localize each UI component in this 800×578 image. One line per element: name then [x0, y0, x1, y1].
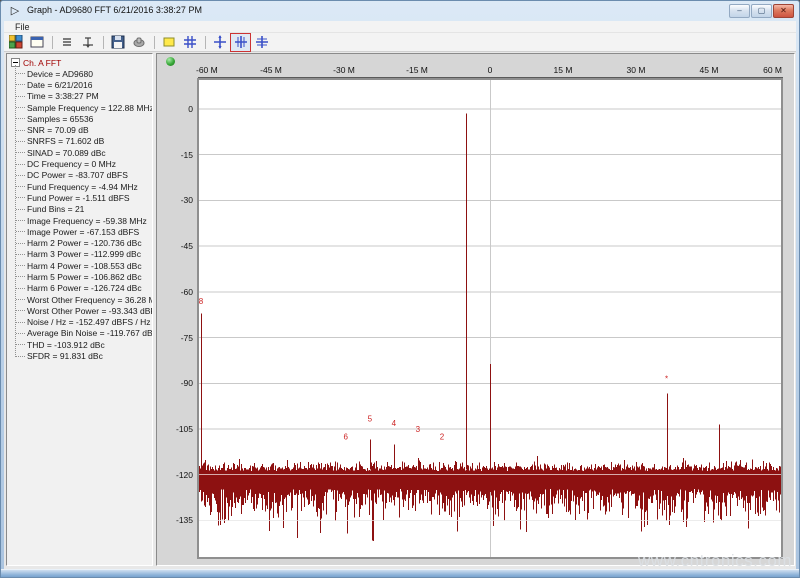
x-axis-line: [198, 77, 783, 78]
maximize-button[interactable]: ▢: [751, 4, 772, 18]
tree-item[interactable]: SNRFS = 71.602 dB: [7, 136, 152, 147]
tree-item[interactable]: Harm 6 Power = -126.724 dBc: [7, 283, 152, 294]
cursor-style-icon[interactable]: [78, 34, 97, 51]
tree-item[interactable]: SINAD = 70.089 dBc: [7, 147, 152, 158]
tree-item[interactable]: DC Frequency = 0 MHz: [7, 158, 152, 169]
tree-item[interactable]: Device = AD9680: [7, 68, 152, 79]
tree-item[interactable]: Average Bin Noise = -119.767 dBFS: [7, 328, 152, 339]
y-tick-label: -90: [159, 378, 193, 388]
y-tick-label: -135: [159, 515, 193, 525]
x-tick-label: 15 M: [554, 65, 573, 75]
tree-item[interactable]: Harm 3 Power = -112.999 dBc: [7, 249, 152, 260]
peak-marker: 6: [344, 433, 349, 442]
x-tick-label: -30 M: [333, 65, 355, 75]
peak-marker: 2: [440, 433, 445, 442]
tree-item[interactable]: SFDR = 91.831 dBc: [7, 350, 152, 361]
window-chrome: File: [4, 21, 796, 52]
plot-color-icon[interactable]: [159, 34, 178, 51]
tree-root-label: Ch. A FFT: [23, 58, 61, 68]
stats-tree-panel: Ch. A FFT Device = AD9680Date = 6/21/201…: [6, 53, 153, 566]
tree-item[interactable]: DC Power = -83.707 dBFS: [7, 170, 152, 181]
y-tick-label: -120: [159, 470, 193, 480]
x-tick-label: -60 M: [196, 65, 218, 75]
tree-item[interactable]: Harm 2 Power = -120.736 dBc: [7, 237, 152, 248]
tree-item[interactable]: SNR = 70.09 dB: [7, 124, 152, 135]
tree-item[interactable]: Image Power = -67.153 dBFS: [7, 226, 152, 237]
main-area: Ch. A FFT Device = AD9680Date = 6/21/201…: [4, 52, 796, 571]
fft-spectrum-svg: 8 * 5 4 3 2 6: [198, 79, 782, 558]
peak-marker: 8: [199, 297, 204, 306]
menu-bar: File: [4, 21, 796, 33]
tree-item[interactable]: Noise / Hz = -152.497 dBFS / Hz: [7, 317, 152, 328]
tree-item[interactable]: Fund Frequency = -4.94 MHz: [7, 181, 152, 192]
x-tick-label: -45 M: [260, 65, 282, 75]
plot-settings-icon[interactable]: [6, 34, 25, 51]
toolbar-separator: [52, 36, 53, 49]
tree-item[interactable]: Fund Bins = 21: [7, 204, 152, 215]
y-tick-label: 0: [159, 104, 193, 114]
peak-marker: 4: [392, 419, 397, 428]
display-window-icon[interactable]: [27, 34, 46, 51]
x-tick-label: 45 M: [700, 65, 719, 75]
y-tick-label: -75: [159, 333, 193, 343]
y-tick-label: -45: [159, 241, 193, 251]
toolbar-separator: [154, 36, 155, 49]
x-tick-label: 0: [488, 65, 493, 75]
fft-plot[interactable]: 8 * 5 4 3 2 6: [198, 79, 782, 558]
x-tick-label: 30 M: [627, 65, 646, 75]
tree-items: Device = AD9680Date = 6/21/2016Time = 3:…: [7, 68, 152, 362]
peak-marker: 5: [368, 414, 373, 423]
app-window: ▷ Graph - AD9680 FFT 6/21/2016 3:38:27 P…: [0, 0, 800, 578]
tree-item[interactable]: THD = -103.912 dBc: [7, 339, 152, 350]
tree-root[interactable]: Ch. A FFT: [7, 57, 152, 68]
close-button[interactable]: ✕: [773, 4, 794, 18]
y-tick-label: -15: [159, 150, 193, 160]
tree-item[interactable]: Image Frequency = -59.38 MHz: [7, 215, 152, 226]
toolbar-separator: [103, 36, 104, 49]
tree-item[interactable]: Date = 6/21/2016: [7, 79, 152, 90]
x-tick-label: 60 M: [763, 65, 782, 75]
tree-item[interactable]: Samples = 65536: [7, 113, 152, 124]
fft-chart-panel: -60 M -45 M -30 M -15 M 0 15 M 30 M 45 M 60 M 0 -…: [156, 53, 795, 566]
y-tick-label: -60: [159, 287, 193, 297]
x-tick-label: -15 M: [406, 65, 428, 75]
y-tick-label: -105: [159, 424, 193, 434]
peak-marker: 3: [416, 425, 421, 434]
cursor-list-icon[interactable]: [57, 34, 76, 51]
tree-item[interactable]: Harm 5 Power = -106.862 dBc: [7, 271, 152, 282]
zoom-horizontal-icon[interactable]: [252, 34, 271, 51]
watermark: www.cntronics.com: [638, 551, 792, 571]
y-tick-label: -30: [159, 195, 193, 205]
window-title: Graph - AD9680 FFT 6/21/2016 3:38:27 PM: [27, 5, 202, 15]
zoom-vertical-icon[interactable]: [231, 34, 250, 51]
pan-crosshair-icon[interactable]: [210, 34, 229, 51]
tree-item[interactable]: Time = 3:38:27 PM: [7, 91, 152, 102]
minimize-button[interactable]: –: [729, 4, 750, 18]
tree-item[interactable]: Sample Frequency = 122.88 MHz: [7, 102, 152, 113]
tree-item[interactable]: Worst Other Power = -93.343 dBFS: [7, 305, 152, 316]
app-icon: ▷: [8, 4, 22, 18]
save-icon[interactable]: [108, 34, 127, 51]
tree-item[interactable]: Harm 4 Power = -108.553 dBc: [7, 260, 152, 271]
tree-item[interactable]: Worst Other Frequency = 36.28 MHz: [7, 294, 152, 305]
status-led-icon: [166, 57, 175, 66]
toolbar-separator: [205, 36, 206, 49]
peak-marker: *: [665, 375, 668, 384]
grid-icon[interactable]: [180, 34, 199, 51]
tree-item[interactable]: Fund Power = -1.511 dBFS: [7, 192, 152, 203]
title-bar[interactable]: ▷ Graph - AD9680 FFT 6/21/2016 3:38:27 P…: [1, 1, 799, 21]
toolbar: [4, 33, 796, 51]
stats-tree: Ch. A FFT Device = AD9680Date = 6/21/201…: [7, 54, 152, 362]
hand-icon[interactable]: [129, 34, 148, 51]
menu-file[interactable]: File: [11, 22, 34, 32]
